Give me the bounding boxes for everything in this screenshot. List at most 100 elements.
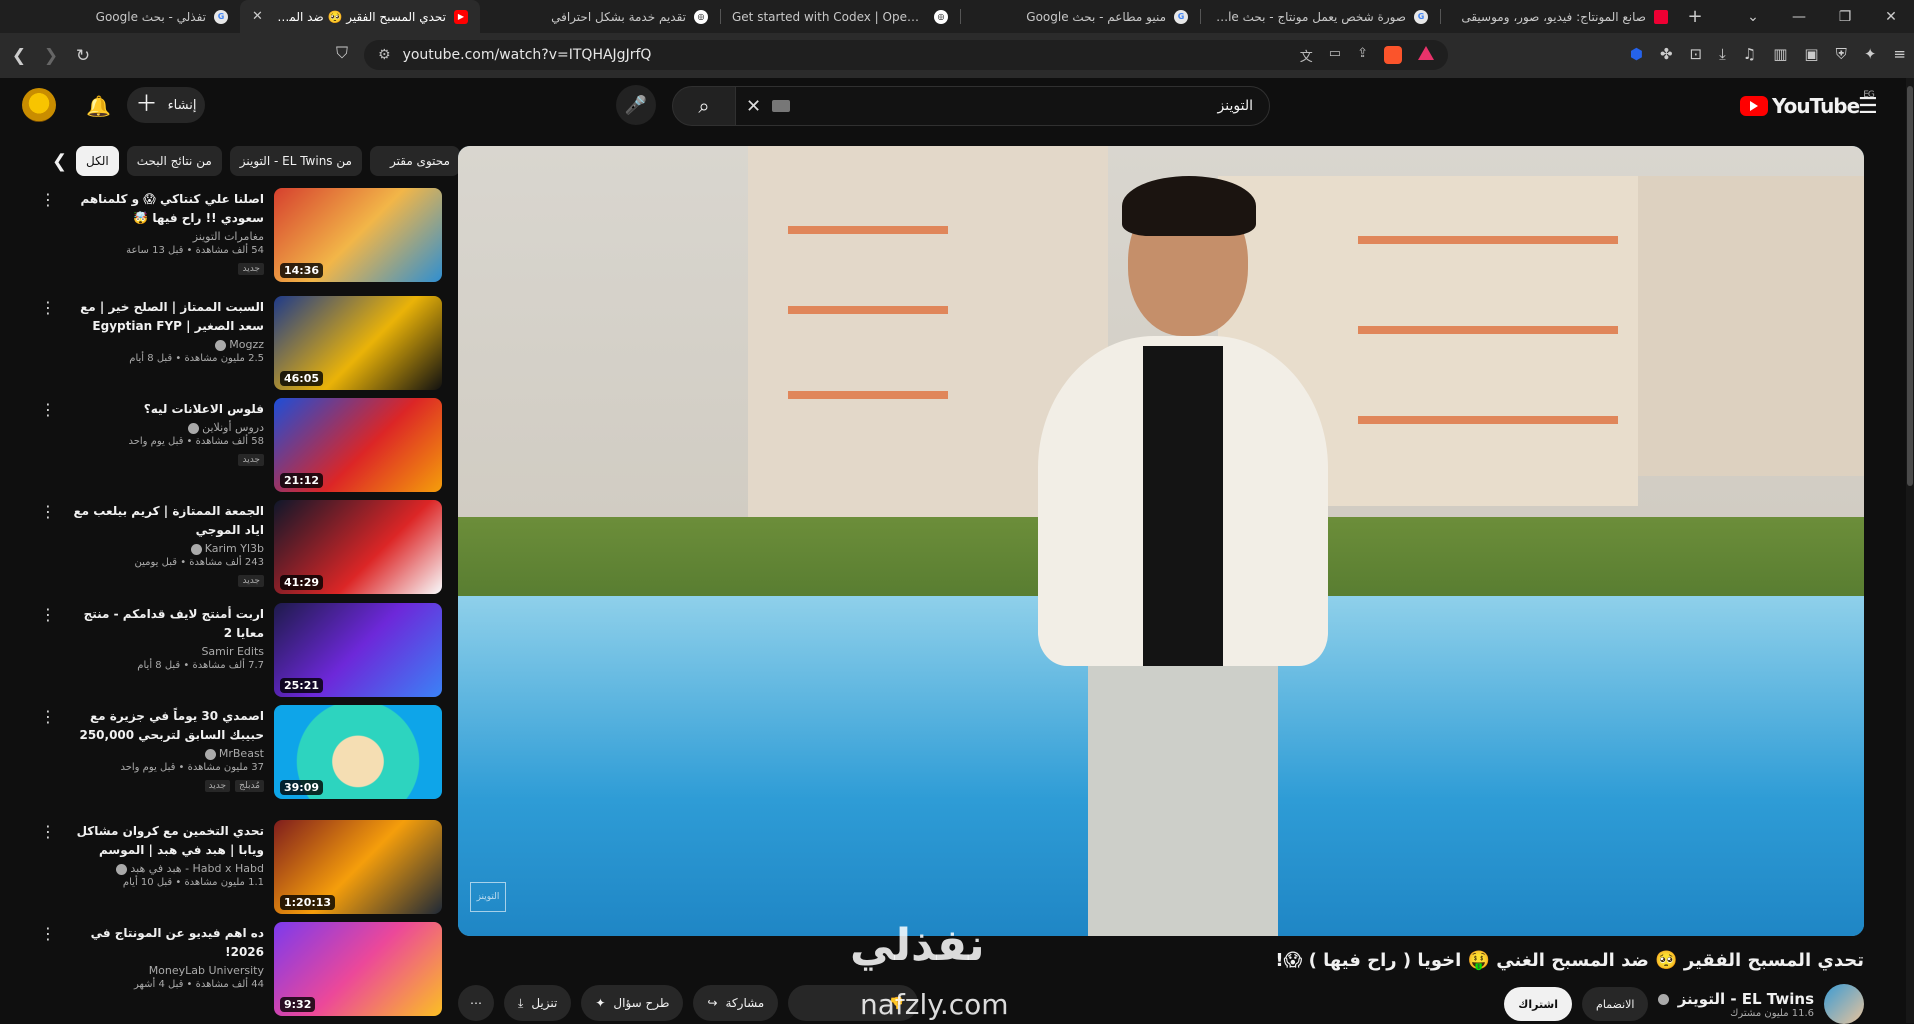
screenshot-icon[interactable]: ⊡ [1690,45,1703,63]
related-video[interactable]: 9:32 ده اهم فيديو عن المونتاج في 2026! M… [36,922,442,1018]
wallet-icon[interactable]: ▣ [1804,45,1818,63]
related-video[interactable]: 41:29 الجمعة الممتازة | كريم بيلعب مع اي… [36,500,442,596]
search-button[interactable]: ⌕ [672,86,736,126]
new-tab-button[interactable]: + [1680,6,1710,27]
voice-search-button[interactable]: 🎤 [616,85,656,125]
more-options-icon[interactable]: ⋮ [40,822,56,841]
sidebar-icon[interactable]: ▥ [1773,45,1787,63]
chip-all[interactable]: الكل [76,146,119,176]
channel-name[interactable]: مغامرات التوينز [64,230,264,243]
share-icon[interactable]: ⇪ [1357,46,1368,65]
join-button[interactable]: الانضمام [1582,987,1649,1021]
video-title[interactable]: اصمدي 30 يوماً في جزيرة مع حبيبك السابق … [64,707,264,745]
video-thumbnail[interactable]: 1:20:13 [274,820,442,914]
bookmark-icon[interactable]: ⛉ [336,43,348,63]
video-thumbnail[interactable]: 39:09 [274,705,442,799]
brave-shields-icon[interactable] [1384,45,1402,64]
browser-tab-active[interactable]: ▶ تحدي المسبح الفقير 🥺 ضد المسبح ✕ [240,0,480,33]
translate-icon[interactable]: 文 [1300,46,1313,65]
video-thumbnail[interactable]: 46:05 [274,296,442,390]
vpn-icon[interactable]: ⛨ [1836,45,1847,63]
channel-name[interactable]: Karim Yl3b [64,542,264,555]
ask-button[interactable]: طرح سؤال ✦ [581,985,684,1021]
browser-tab[interactable]: G منيو مطاعم - بحث Google [960,0,1200,33]
forward-arrow-icon[interactable]: ❯ [38,43,64,69]
scrollbar-thumb[interactable] [1907,86,1913,486]
related-video[interactable]: 1:20:13 تحدي التخمين مع كروان مشاكل وياب… [36,820,442,916]
search-input[interactable]: التوينز ✕ [735,86,1270,126]
hamburger-menu-icon[interactable]: ☰ [1858,94,1878,119]
channel-name[interactable]: EL Twins - التوينز [1658,990,1814,1008]
address-bar[interactable]: ⚙ youtube.com/watch?v=ITQHAJgJrfQ 文 ▭ ⇪ [364,40,1448,70]
chevron-down-icon[interactable]: ⌄ [1730,0,1776,33]
page-scrollbar[interactable] [1906,78,1914,1023]
cast-icon[interactable]: ▭ [1329,46,1341,65]
browser-tab[interactable]: G صورة شخص يعمل مونتاج - بحث Google [1200,0,1440,33]
create-button[interactable]: إنشاء ＋ [127,87,205,123]
site-settings-icon[interactable]: ⚙ [378,47,391,63]
back-arrow-icon[interactable]: ❮ [6,43,32,69]
channel-name[interactable]: MoneyLab University [64,964,264,977]
download-icon[interactable]: ⤓ [1719,45,1726,63]
more-options-icon[interactable]: ⋮ [40,707,56,726]
video-title[interactable]: السبت الممتاز | الصلح خير | مع سعد الصغي… [64,298,264,336]
browser-tab[interactable]: ◎ تقديم خدمة بشكل احترافي [480,0,720,33]
related-video[interactable]: 14:36 اصلنا علي كنتاكي 😱 و كلمناهم سعودي… [36,188,442,284]
puzzle-icon[interactable]: ✤ [1660,45,1673,63]
video-thumbnail[interactable]: 9:32 [274,922,442,1016]
brave-rewards-icon[interactable] [1418,45,1434,60]
browser-tab[interactable]: صانع المونتاج: فيديو، صور، وموسيقى [1440,0,1680,33]
keyboard-icon[interactable] [772,100,790,112]
chip-recommended[interactable]: محتوى مقتر [369,146,460,176]
channel-name[interactable]: Habd x Habd - هبد في هبد [64,862,264,875]
related-video[interactable]: 21:12 فلوس الاعلانات ليه؟ دروس أونلاين 5… [36,398,442,494]
video-player[interactable]: التوينز [458,146,1864,936]
channel-name[interactable]: MrBeast [64,747,264,760]
browser-tab[interactable]: G تفذلي - بحث Google [0,0,240,33]
close-window-icon[interactable]: ✕ [1868,0,1914,33]
account-avatar[interactable] [22,88,56,122]
related-video[interactable]: 46:05 السبت الممتاز | الصلح خير | مع سعد… [36,296,442,392]
video-thumbnail[interactable]: 41:29 [274,500,442,594]
more-options-icon[interactable]: ⋮ [40,924,56,943]
more-options-icon[interactable]: ⋮ [40,298,56,317]
channel-avatar[interactable] [1824,984,1864,1024]
channel-name[interactable]: Samir Edits [64,645,264,658]
video-thumbnail[interactable]: 21:12 [274,398,442,492]
video-title[interactable]: تحدي التخمين مع كروان مشاكل ويابا | هبد … [64,822,264,860]
clear-search-icon[interactable]: ✕ [746,96,761,117]
more-actions-button[interactable]: ⋯ [458,985,494,1021]
close-tab-icon[interactable]: ✕ [252,9,263,24]
music-icon[interactable]: ♫ [1743,45,1756,63]
related-video[interactable]: 39:09 اصمدي 30 يوماً في جزيرة مع حبيبك ا… [36,705,442,801]
channel-name[interactable]: Mogzz [64,338,264,351]
more-options-icon[interactable]: ⋮ [40,400,56,419]
minimize-icon[interactable]: — [1776,0,1822,33]
video-title[interactable]: فلوس الاعلانات ليه؟ [64,400,264,419]
browser-tab[interactable]: ◎ Get started with Codex | OpenAI [720,0,960,33]
video-thumbnail[interactable]: 14:36 [274,188,442,282]
menu-icon[interactable]: ≡ [1893,45,1906,63]
youtube-logo[interactable]: YouTube EG [1740,90,1875,118]
video-title[interactable]: الجمعة الممتازة | كريم بيلعب مع اياد الم… [64,502,264,540]
video-title[interactable]: اربت أمنتج لايف قدامكم - منتج معايا 2 [64,605,264,643]
video-thumbnail[interactable]: 25:21 [274,603,442,697]
vpn-shield-icon[interactable]: ⬢ [1630,45,1643,63]
chip-from-search[interactable]: من نتائج البحث [126,146,222,176]
related-video[interactable]: 25:21 اربت أمنتج لايف قدامكم - منتج معاي… [36,603,442,699]
chip-scroll-left-icon[interactable]: ❮ [52,151,67,172]
download-button[interactable]: تنزيل ⤓ [504,985,572,1021]
leo-ai-icon[interactable]: ✦ [1864,45,1877,63]
subscribe-button[interactable]: اشتراك [1504,987,1573,1021]
channel-name[interactable]: دروس أونلاين [64,421,264,434]
notifications-bell-icon[interactable]: 🔔 [86,94,111,118]
more-options-icon[interactable]: ⋮ [40,190,56,209]
restore-icon[interactable]: ❐ [1822,0,1868,33]
video-title[interactable]: ده اهم فيديو عن المونتاج في 2026! [64,924,264,962]
channel-watermark[interactable]: التوينز [470,882,506,912]
video-title[interactable]: اصلنا علي كنتاكي 😱 و كلمناهم سعودي !! را… [64,190,264,228]
more-options-icon[interactable]: ⋮ [40,605,56,624]
reload-icon[interactable]: ↻ [70,43,96,69]
share-button[interactable]: مشاركة ↪ [693,985,779,1021]
chip-from-channel[interactable]: من EL Twins - التوينز [229,146,362,176]
